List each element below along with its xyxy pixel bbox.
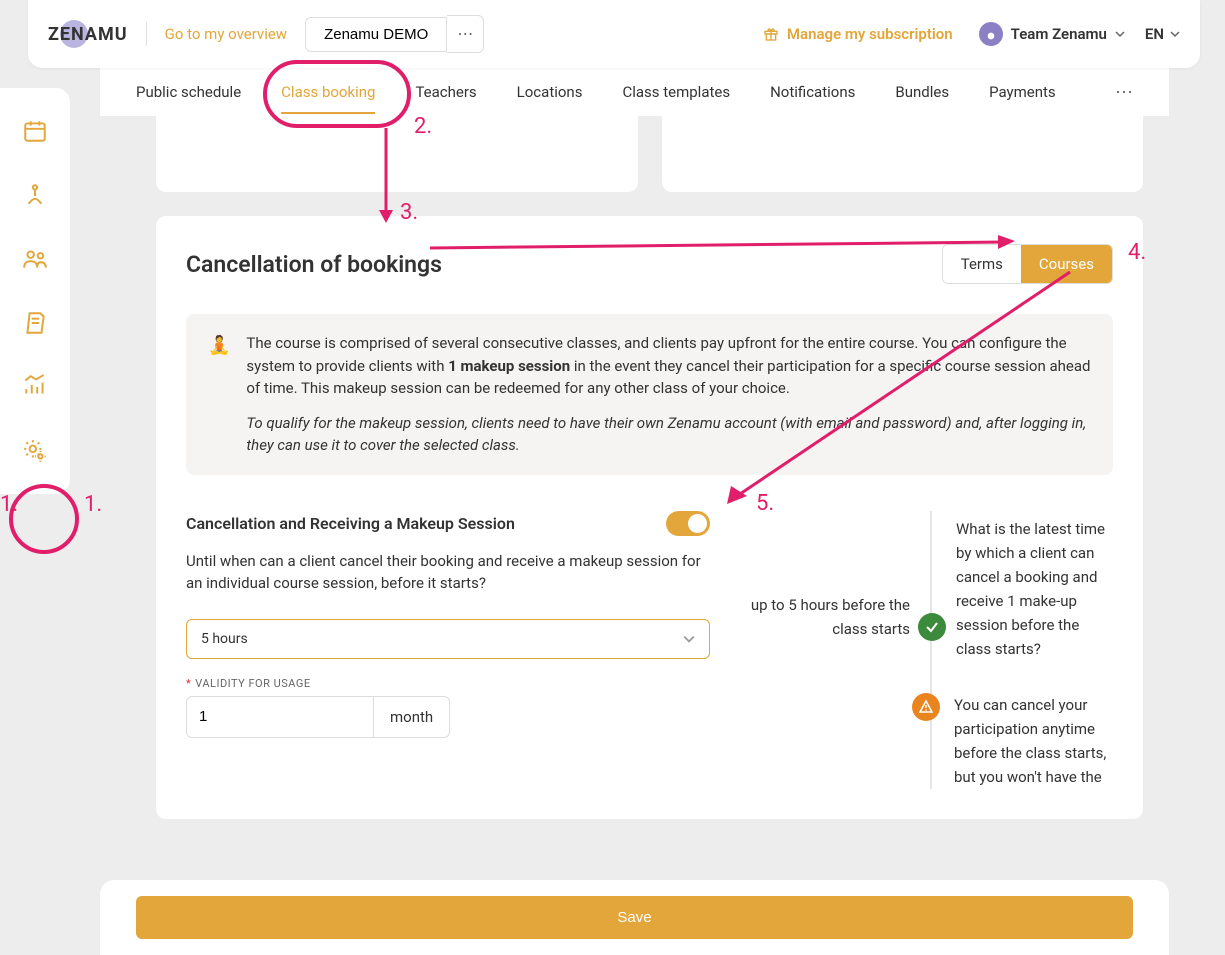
annotation-num-1: 1. — [0, 492, 18, 517]
tab-class-templates[interactable]: Class templates — [622, 70, 730, 114]
tabs-bar: Public schedule Class booking Teachers L… — [100, 68, 1169, 116]
avatar-icon — [979, 22, 1003, 46]
people-icon[interactable] — [22, 246, 48, 272]
team-dropdown[interactable]: Team Zenamu — [979, 22, 1125, 46]
logo: ZENAMU — [48, 24, 128, 45]
manage-subscription-link[interactable]: Manage my subscription — [763, 25, 953, 43]
note-icon[interactable] — [22, 310, 48, 336]
tab-teachers[interactable]: Teachers — [415, 70, 476, 114]
team-label: Team Zenamu — [1011, 25, 1107, 43]
subscription-label: Manage my subscription — [787, 25, 953, 43]
warning-icon — [912, 693, 940, 721]
tab-public-schedule[interactable]: Public schedule — [136, 70, 241, 114]
warning-text: You can cancel your participation anytim… — [954, 693, 1113, 789]
terms-courses-toggle: Terms Courses — [942, 244, 1113, 284]
yoga-icon[interactable] — [22, 182, 48, 208]
hours-select[interactable]: 5 hours — [186, 619, 710, 659]
tab-notifications[interactable]: Notifications — [770, 70, 855, 114]
yoga-emoji-icon: 🧘 — [208, 332, 230, 457]
top-card-right — [662, 116, 1144, 192]
demo-button[interactable]: Zenamu DEMO — [305, 17, 447, 52]
chevron-down-icon — [1170, 29, 1180, 39]
toggle-terms[interactable]: Terms — [943, 245, 1021, 283]
main-header: ZENAMU Go to my overview Zenamu DEMO ⋯ M… — [28, 0, 1200, 68]
validity-input[interactable] — [186, 696, 374, 738]
makeup-toggle-switch[interactable] — [666, 511, 710, 536]
panel-title: Cancellation of bookings — [186, 251, 442, 278]
content-area: Cancellation of bookings Terms Courses 🧘… — [100, 116, 1169, 955]
chevron-down-icon — [1115, 29, 1125, 39]
calendar-icon[interactable] — [22, 118, 48, 144]
summary-text: up to 5 hours before the class starts — [730, 593, 910, 641]
lang-label: EN — [1145, 25, 1164, 43]
chevron-down-icon — [683, 633, 695, 645]
tab-locations[interactable]: Locations — [517, 70, 583, 114]
info-italic: To qualify for the makeup session, clien… — [246, 412, 1091, 457]
settings-icon[interactable] — [22, 438, 48, 464]
gift-icon — [763, 26, 779, 42]
select-value: 5 hours — [201, 631, 248, 647]
right-question: What is the latest time by which a clien… — [956, 517, 1113, 661]
check-icon — [918, 613, 946, 641]
cancellation-panel: Cancellation of bookings Terms Courses 🧘… — [156, 216, 1143, 819]
header-divider — [146, 22, 147, 46]
chart-icon[interactable] — [22, 374, 48, 400]
overview-link[interactable]: Go to my overview — [165, 25, 287, 43]
validity-label: *VALIDITY FOR USAGE — [186, 677, 710, 690]
info-box: 🧘 The course is comprised of several con… — [186, 314, 1113, 475]
tab-class-booking[interactable]: Class booking — [281, 70, 375, 114]
save-bar: Save — [100, 880, 1169, 955]
tab-payments[interactable]: Payments — [989, 70, 1056, 114]
tabs-more-icon[interactable]: ⋯ — [1115, 82, 1133, 103]
demo-more-button[interactable]: ⋯ — [447, 15, 484, 53]
toggle-courses[interactable]: Courses — [1021, 245, 1112, 283]
save-button[interactable]: Save — [136, 896, 1133, 939]
sidebar — [0, 88, 70, 494]
top-card-left — [156, 116, 638, 192]
tab-bundles[interactable]: Bundles — [895, 70, 949, 114]
language-dropdown[interactable]: EN — [1145, 25, 1180, 43]
info-strong: 1 makeup session — [448, 357, 570, 375]
annotation-circle-1 — [9, 484, 79, 554]
setting-title: Cancellation and Receiving a Makeup Sess… — [186, 514, 515, 533]
validity-unit: month — [374, 696, 450, 738]
setting-description: Until when can a client cancel their boo… — [186, 550, 710, 595]
